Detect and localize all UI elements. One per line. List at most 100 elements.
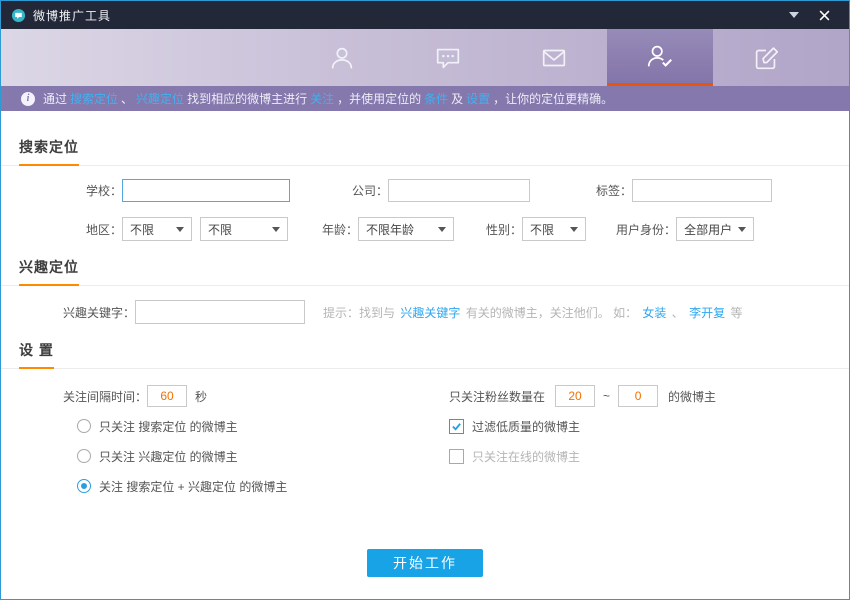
tag-label: 标签： [596, 184, 633, 198]
hint-link-keyword[interactable]: 兴趣关键字 [400, 306, 460, 320]
main-content: 搜索定位 学校： 公司： 标签： 地区： 不限 不限 年龄： 不限年龄 性别： … [1, 111, 849, 599]
interest-keyword-row: 兴趣关键字： 提示：找到与 兴趣关键字 有关的微博主，关注他们。 如： 女装 、… [1, 300, 849, 324]
radio-both[interactable]: 关注 搜索定位 + 兴趣定位 的微博主 [63, 471, 449, 501]
dropdown-value: 全部用户 [684, 222, 733, 237]
info-link-condition[interactable]: 条件 [424, 90, 448, 107]
radio-icon [77, 449, 91, 463]
checkbox-checked-icon [449, 418, 464, 434]
comments-icon [436, 48, 460, 68]
follow-interval-input[interactable] [147, 385, 188, 407]
fans-min-input[interactable] [555, 385, 596, 407]
school-label: 学校： [86, 184, 123, 198]
search-text-fields-row: 学校： 公司： 标签： [1, 179, 849, 202]
section-title-settings: 设 置 [19, 340, 54, 369]
search-dropdowns-row: 地区： 不限 不限 年龄： 不限年龄 性别： 不限 用户身份： 全部用户 [1, 217, 849, 241]
region-city-dropdown[interactable]: 不限 [200, 217, 289, 241]
chevron-down-icon [738, 226, 747, 232]
tab-messages[interactable] [501, 29, 607, 86]
hint-text-segment: 有关的微博主，关注他们。 如： [465, 305, 638, 320]
title-bar: 微博推广工具 [1, 1, 849, 29]
radio-checked-icon [77, 479, 91, 493]
identity-label: 用户身份： [616, 222, 677, 237]
region-province-dropdown[interactable]: 不限 [122, 217, 193, 241]
info-link-search-targeting[interactable]: 搜索定位 [70, 90, 118, 107]
tab-profile[interactable] [289, 29, 395, 86]
radio-both-label: 关注 搜索定位 + 兴趣定位 的微博主 [99, 479, 288, 494]
age-dropdown[interactable]: 不限年龄 [358, 217, 455, 241]
hint-link-example-1[interactable]: 女装 [642, 306, 666, 320]
info-link-settings[interactable]: 设置 [466, 90, 490, 107]
app-logo-icon [11, 8, 26, 22]
tab-comments[interactable] [395, 29, 501, 86]
section-header-interest: 兴趣定位 [1, 257, 849, 286]
gender-label: 性别： [486, 222, 523, 237]
info-icon: i [21, 91, 35, 106]
chevron-down-icon [176, 226, 185, 232]
mail-icon [542, 49, 566, 66]
hint-text-segment: 、 [671, 305, 684, 320]
window-title: 微博推广工具 [33, 8, 112, 23]
footer: 开始工作 [1, 549, 849, 599]
radio-search-only[interactable]: 只关注 搜索定位 的微博主 [63, 411, 449, 441]
fans-max-input[interactable] [618, 385, 659, 407]
info-text-segment: 、 [121, 92, 134, 106]
app-window: 微博推广工具 i 通过 搜索定位 、 兴趣定位 找到相应的微博主进行 关注 ，并… [0, 0, 850, 600]
close-button[interactable] [809, 1, 839, 29]
compose-icon [755, 46, 779, 69]
chevron-down-icon [570, 226, 579, 232]
checkbox-online-only-label: 只关注在线的微博主 [472, 449, 581, 464]
minimize-button[interactable] [779, 1, 809, 29]
radio-interest-only-label: 只关注 兴趣定位 的微博主 [99, 449, 238, 464]
dropdown-value: 不限年龄 [366, 222, 415, 237]
school-input[interactable] [122, 179, 291, 202]
settings-left-column: 关注间隔时间： 秒 只关注 搜索定位 的微博主 只关注 兴趣定位 的微博主 关注… [1, 381, 449, 501]
settings-body: 关注间隔时间： 秒 只关注 搜索定位 的微博主 只关注 兴趣定位 的微博主 关注… [1, 381, 849, 501]
tab-follow-targeting[interactable] [607, 29, 713, 86]
start-work-button[interactable]: 开始工作 [367, 549, 483, 577]
fans-range-row: 只关注粉丝数量在 ~ 的微博主 [449, 381, 849, 411]
gender-dropdown[interactable]: 不限 [522, 217, 587, 241]
region-label: 地区： [86, 222, 123, 237]
info-bar: i 通过 搜索定位 、 兴趣定位 找到相应的微博主进行 关注 ，并使用定位的 条… [1, 86, 849, 111]
section-header-settings: 设 置 [1, 340, 849, 369]
tag-input[interactable] [632, 179, 773, 202]
age-label: 年龄： [322, 222, 359, 237]
checkbox-filter-low-quality-label: 过滤低质量的微博主 [472, 419, 581, 434]
info-text-segment: 通过 [43, 92, 68, 106]
chevron-down-icon [438, 226, 447, 232]
info-link-interest-targeting[interactable]: 兴趣定位 [136, 90, 184, 107]
interest-keyword-input[interactable] [135, 300, 306, 324]
user-profile-icon [331, 47, 353, 68]
tab-compose[interactable] [713, 29, 819, 86]
close-icon [819, 10, 829, 20]
company-label: 公司： [352, 184, 389, 198]
follow-interval-row: 关注间隔时间： 秒 [63, 381, 449, 411]
interest-keyword-label: 兴趣关键字： [63, 305, 136, 320]
radio-interest-only[interactable]: 只关注 兴趣定位 的微博主 [63, 441, 449, 471]
settings-right-column: 只关注粉丝数量在 ~ 的微博主 过滤低质量的微博主 只关注在线的微博主 [449, 381, 849, 501]
interest-hint: 提示：找到与 兴趣关键字 有关的微博主，关注他们。 如： 女装 、 李开复 等 [323, 304, 743, 321]
identity-dropdown[interactable]: 全部用户 [676, 217, 755, 241]
radio-search-only-label: 只关注 搜索定位 的微博主 [99, 419, 238, 434]
info-text-segment: 找到相应的微博主进行 [187, 92, 308, 106]
follow-user-icon [647, 45, 672, 67]
checkbox-filter-low-quality[interactable]: 过滤低质量的微博主 [449, 411, 849, 441]
info-text-segment: 及 [451, 92, 464, 106]
checkbox-online-only[interactable]: 只关注在线的微博主 [449, 441, 849, 471]
follow-interval-label: 关注间隔时间： [63, 389, 148, 404]
chevron-down-icon [272, 226, 281, 232]
hint-text-segment: 提示：找到与 [323, 305, 396, 320]
dropdown-value: 不限 [208, 222, 233, 237]
radio-icon [77, 419, 91, 433]
section-header-search: 搜索定位 [1, 137, 849, 166]
fans-range-separator: ~ [603, 389, 611, 403]
section-title-search: 搜索定位 [19, 137, 79, 166]
info-link-follow[interactable]: 关注 [310, 90, 334, 107]
hint-link-example-2[interactable]: 李开复 [689, 306, 725, 320]
hint-text-segment: 等 [730, 305, 743, 320]
toolbar [1, 29, 849, 86]
section-title-interest: 兴趣定位 [19, 257, 79, 286]
dropdown-value: 不限 [130, 222, 155, 237]
company-input[interactable] [388, 179, 531, 202]
fans-range-suffix: 的微博主 [668, 389, 717, 404]
